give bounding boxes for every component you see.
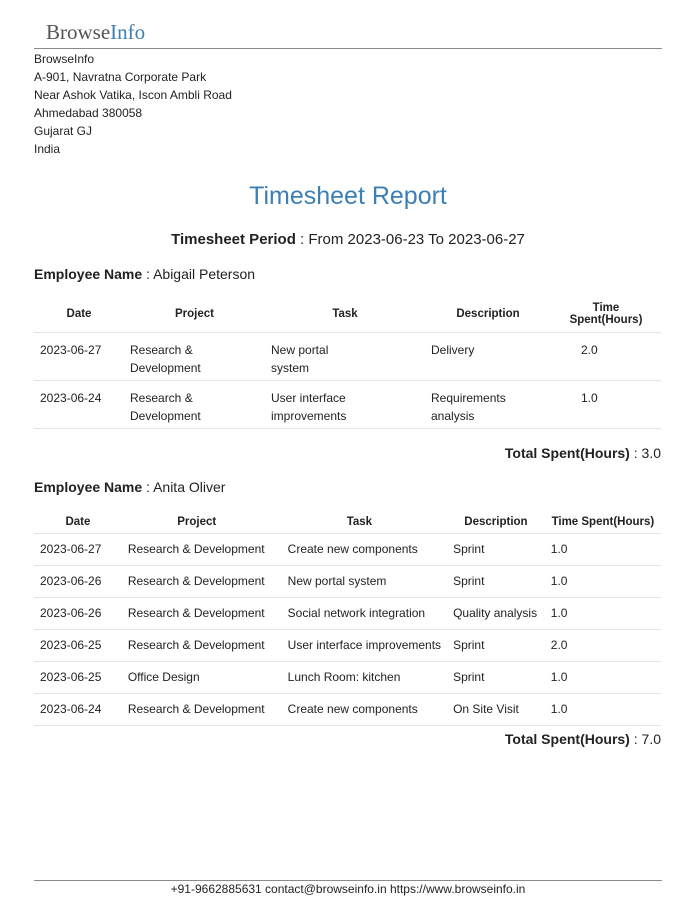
table-row: 2023-06-27 Research & Development Create… [34, 533, 661, 566]
total-label: Total Spent(Hours) [504, 445, 630, 461]
cell-project: Research & Development [121, 565, 272, 598]
cell-description: On Site Visit [447, 693, 545, 726]
cell-date: 2023-06-24 [34, 693, 122, 726]
company-logo: BrowseInfo [46, 19, 145, 45]
cell-date: 2023-06-26 [34, 565, 122, 598]
address-city: Ahmedabad 380058 [34, 106, 143, 120]
header-divider [34, 48, 662, 49]
employee-name-label: Employee Name [34, 266, 143, 282]
column-header-project: Project [124, 296, 265, 333]
cell-task: Lunch Room: kitchen [271, 661, 448, 694]
cell-task: Create new components [271, 693, 448, 726]
total-value: : 3.0 [629, 445, 661, 461]
column-header-description: Description [425, 296, 551, 333]
cell-description: Delivery [425, 332, 551, 381]
column-header-task: Task [271, 511, 448, 534]
cell-time-spent: 1.0 [551, 380, 661, 429]
cell-description: Quality analysis [447, 597, 545, 630]
cell-description: Requirements analysis [425, 380, 551, 429]
total-value: : 7.0 [629, 731, 661, 747]
table-row: 2023-06-25 Office Design Lunch Room: kit… [34, 661, 661, 694]
period-value: : From 2023-06-23 To 2023-06-27 [295, 231, 525, 248]
address-line-2: Near Ashok Vatika, Iscon Ambli Road [34, 88, 232, 102]
column-header-time-spent: Time Spent(Hours) [551, 296, 661, 333]
cell-date: 2023-06-26 [34, 597, 122, 630]
cell-project: Office Design [121, 661, 272, 694]
cell-project: Research & Development [121, 629, 272, 662]
address-line-1: A-901, Navratna Corporate Park [34, 70, 207, 84]
cell-time-spent: 2.0 [551, 332, 661, 381]
cell-description: Sprint [447, 661, 545, 694]
cell-description: Sprint [447, 565, 545, 598]
column-header-description: Description [447, 511, 545, 534]
table-header-row: Date Project Task Description Time Spent… [34, 296, 661, 333]
table-row: 2023-06-24 Research & Development Create… [34, 693, 661, 726]
period-label: Timesheet Period [171, 231, 296, 248]
timesheet-table: Date Project Task Description Time Spent… [34, 511, 661, 726]
cell-time-spent: 1.0 [544, 565, 661, 598]
timesheet-table: Date Project Task Description Time Spent… [34, 296, 661, 429]
employee-name-value: : Abigail Peterson [142, 266, 256, 282]
cell-task: User interface improvements [265, 380, 425, 429]
total-spent: Total Spent(Hours) : 3.0 [505, 445, 661, 461]
column-header-time-spent: Time Spent(Hours) [544, 511, 661, 534]
address-country: India [34, 142, 61, 156]
cell-task: User interface improvements [271, 629, 448, 662]
table-row: 2023-06-24 Research & Development User i… [34, 380, 661, 429]
company-name: BrowseInfo [34, 52, 95, 66]
footer-contact: +91-9662885631 contact@browseinfo.in htt… [170, 882, 526, 896]
cell-description: Sprint [447, 533, 545, 566]
cell-time-spent: 1.0 [544, 693, 661, 726]
timesheet-period: Timesheet Period : From 2023-06-23 To 20… [0, 231, 696, 248]
cell-task: New portal system [265, 332, 425, 381]
cell-project: Research & Development [121, 693, 272, 726]
cell-task: Social network integration [271, 597, 448, 630]
table-row: 2023-06-26 Research & Development New po… [34, 565, 661, 598]
column-header-project: Project [121, 511, 272, 534]
employee-name-value: : Anita Oliver [142, 479, 226, 495]
employee-name-heading: Employee Name : Anita Oliver [34, 479, 225, 495]
table-row: 2023-06-26 Research & Development Social… [34, 597, 661, 630]
logo-text-browse: Browse [46, 20, 111, 44]
cell-time-spent: 1.0 [544, 597, 661, 630]
table-header-row: Date Project Task Description Time Spent… [34, 511, 661, 534]
cell-task: New portal system [271, 565, 448, 598]
cell-date: 2023-06-24 [34, 380, 124, 429]
footer-divider [34, 880, 662, 881]
cell-time-spent: 2.0 [544, 629, 661, 662]
company-address: BrowseInfo A-901, Navratna Corporate Par… [34, 50, 232, 158]
cell-date: 2023-06-27 [34, 533, 122, 566]
total-label: Total Spent(Hours) [504, 731, 630, 747]
column-header-date: Date [34, 296, 124, 333]
address-state: Gujarat GJ [34, 124, 93, 138]
cell-task: Create new components [271, 533, 448, 566]
table-row: 2023-06-25 Research & Development User i… [34, 629, 661, 662]
logo-text-info: Info [110, 20, 146, 44]
report-title: Timesheet Report [249, 182, 447, 210]
cell-date: 2023-06-25 [34, 661, 122, 694]
cell-project: Research & Development [124, 332, 265, 381]
employee-name-label: Employee Name [34, 479, 143, 495]
cell-date: 2023-06-27 [34, 332, 124, 381]
cell-time-spent: 1.0 [544, 533, 661, 566]
employee-name-heading: Employee Name : Abigail Peterson [34, 266, 255, 282]
cell-time-spent: 1.0 [544, 661, 661, 694]
cell-project: Research & Development [121, 533, 272, 566]
total-spent: Total Spent(Hours) : 7.0 [505, 731, 661, 747]
cell-description: Sprint [447, 629, 545, 662]
column-header-task: Task [265, 296, 425, 333]
table-row: 2023-06-27 Research & Development New po… [34, 332, 661, 381]
cell-date: 2023-06-25 [34, 629, 122, 662]
cell-project: Research & Development [121, 597, 272, 630]
cell-project: Research & Development [124, 380, 265, 429]
column-header-date: Date [34, 511, 122, 534]
